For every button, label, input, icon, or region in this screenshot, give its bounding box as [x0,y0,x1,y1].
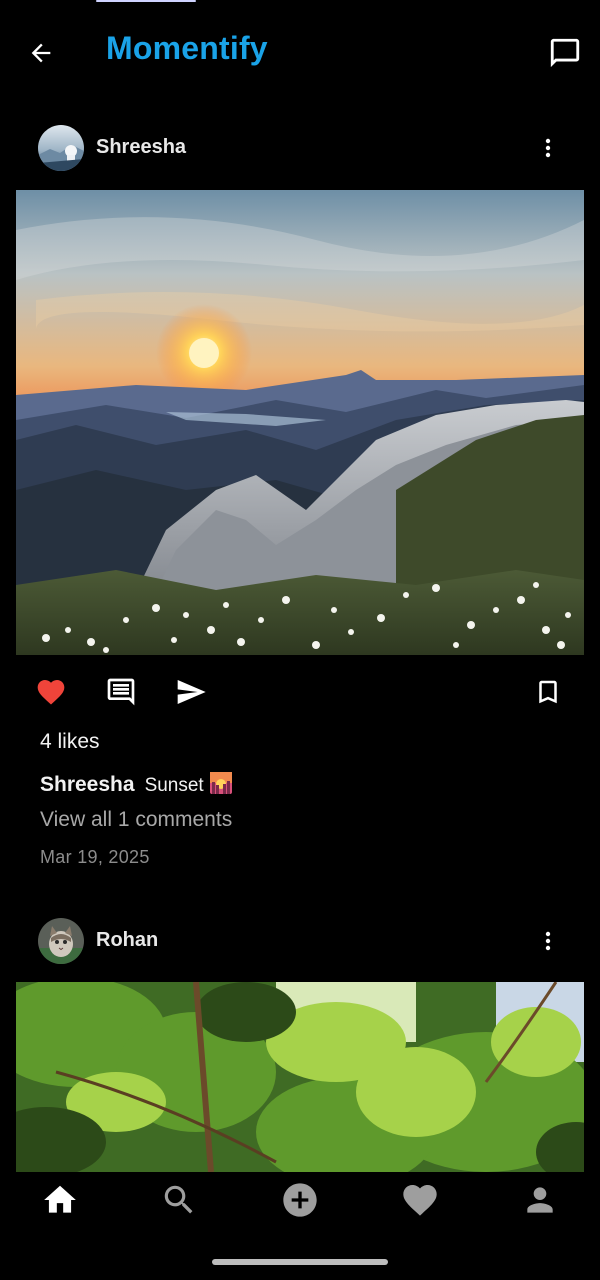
post-options-button[interactable] [534,923,562,959]
nav-activity[interactable] [398,1178,442,1222]
messages-button[interactable] [544,32,586,74]
comment-icon [107,678,135,706]
search-icon [164,1185,193,1214]
avatar[interactable] [38,125,84,171]
likes-count[interactable]: 4 likes [40,730,100,754]
post-header: Shreesha [0,118,600,178]
bookmark-icon [539,680,557,704]
app-title: Momentify [106,30,268,66]
heart-icon [37,680,65,705]
more-vertical-icon [545,931,551,951]
view-comments-link[interactable]: View all 1 comments [40,808,232,832]
heart-icon [403,1185,437,1216]
caption-username[interactable]: Shreesha [40,773,135,796]
post-username[interactable]: Rohan [96,929,158,952]
save-button[interactable] [528,672,568,712]
person-icon [527,1187,553,1213]
app-bar: Momentify [0,0,600,104]
post-image[interactable] [16,982,584,1172]
post-username[interactable]: Shreesha [96,136,186,159]
nav-profile[interactable] [518,1178,562,1222]
caption-text: Sunset [144,775,204,796]
post-date: Mar 19, 2025 [40,847,150,867]
arrow-back-icon [31,43,51,63]
more-vertical-icon [545,138,551,158]
home-icon [44,1185,76,1213]
home-indicator[interactable] [212,1259,388,1265]
post-options-button[interactable] [534,130,562,166]
post-header: Rohan [0,911,600,971]
send-icon [177,680,206,704]
add-circle-icon [283,1183,317,1217]
like-button[interactable] [31,672,71,712]
nav-search[interactable] [157,1178,201,1222]
post-caption: Shreesha Sunset [40,772,232,797]
sunset-emoji-icon [209,772,232,794]
avatar[interactable] [38,918,84,964]
post-actions [0,666,600,716]
back-button[interactable] [22,34,60,72]
share-button[interactable] [171,672,211,712]
post-image[interactable] [16,190,584,655]
nav-add-post[interactable] [278,1178,322,1222]
bottom-navigation [0,1172,600,1228]
nav-home[interactable] [38,1178,82,1222]
comment-button[interactable] [101,672,141,712]
chat-bubble-icon [550,38,580,68]
